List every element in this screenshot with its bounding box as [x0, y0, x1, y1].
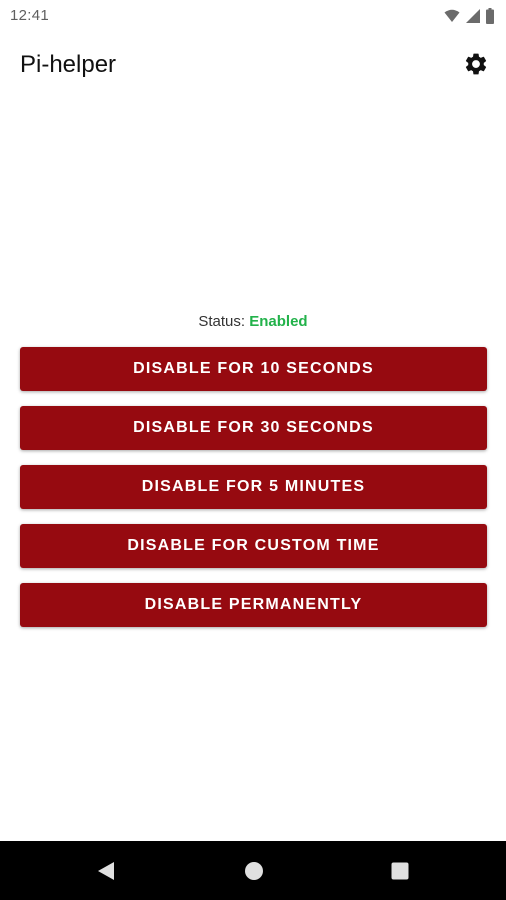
- recents-button[interactable]: [390, 861, 410, 881]
- disable-custom-time-button[interactable]: DISABLE FOR CUSTOM TIME: [20, 524, 487, 568]
- navigation-bar: [0, 841, 506, 900]
- battery-icon: [486, 8, 494, 24]
- status-time: 12:41: [10, 7, 50, 24]
- back-icon: [96, 862, 116, 885]
- gear-icon: [463, 51, 489, 77]
- disable-5-minutes-button[interactable]: DISABLE FOR 5 MINUTES: [20, 465, 487, 509]
- home-icon: [244, 862, 264, 885]
- action-buttons: DISABLE FOR 10 SECONDS DISABLE FOR 30 SE…: [20, 347, 487, 642]
- app-screen: 12:41 Pi-helper Status: Enabled DISABLE …: [0, 0, 506, 900]
- disable-permanently-button[interactable]: DISABLE PERMANENTLY: [20, 583, 487, 627]
- recents-icon: [390, 862, 410, 885]
- app-title: Pi-helper: [20, 51, 117, 78]
- disable-30-seconds-button[interactable]: DISABLE FOR 30 SECONDS: [20, 406, 487, 450]
- status-label: Status:: [198, 313, 246, 330]
- status-line: Status: Enabled: [0, 313, 506, 330]
- cellular-signal-icon: [466, 9, 480, 23]
- back-button[interactable]: [96, 861, 116, 881]
- wifi-icon: [444, 9, 460, 23]
- status-icons: [444, 7, 494, 25]
- settings-button[interactable]: [462, 50, 490, 78]
- status-value: Enabled: [249, 313, 308, 330]
- home-button[interactable]: [244, 861, 264, 881]
- disable-10-seconds-button[interactable]: DISABLE FOR 10 SECONDS: [20, 347, 487, 391]
- app-bar: Pi-helper: [0, 32, 506, 100]
- status-bar: 12:41: [0, 0, 506, 32]
